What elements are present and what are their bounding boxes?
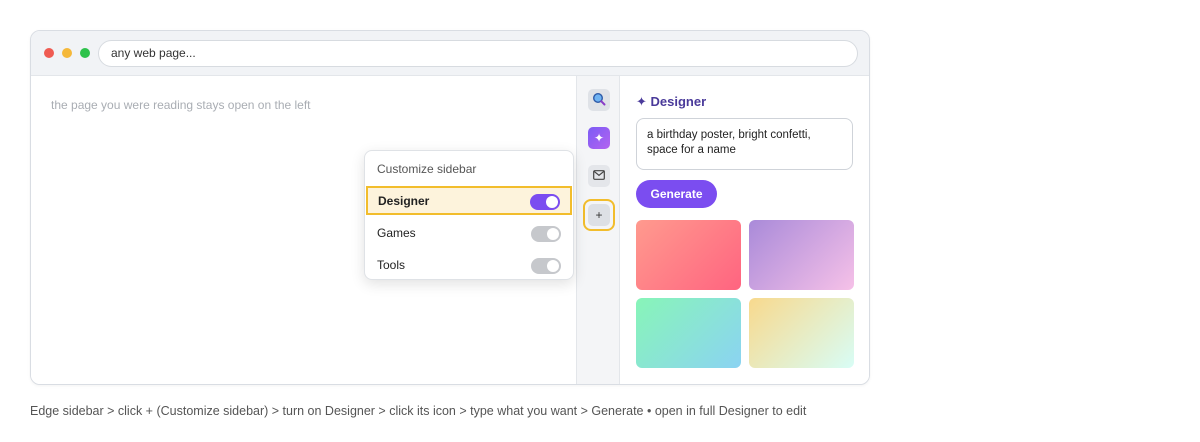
generated-image-2[interactable] [749, 220, 854, 290]
mail-icon [593, 169, 605, 183]
address-bar[interactable]: any web page... [98, 40, 858, 67]
designer-panel-title: ✦ Designer [636, 94, 707, 109]
title-bar: any web page... [31, 31, 869, 76]
designer-toggle[interactable] [530, 194, 560, 210]
tools-toggle[interactable] [531, 258, 561, 274]
menu-item-games[interactable]: Games [365, 218, 573, 248]
menu-item-label: Designer [378, 193, 430, 208]
games-toggle[interactable] [531, 226, 561, 242]
designer-sparkle-icon: ✦ [593, 131, 605, 145]
generate-button[interactable]: Generate [636, 180, 717, 208]
sidebar-icon-rail: ✦ + [576, 76, 620, 384]
customize-sidebar-button[interactable]: + [588, 204, 610, 226]
generated-image-1[interactable] [636, 220, 741, 290]
minimize-window-dot[interactable] [62, 48, 72, 58]
generated-image-3[interactable] [636, 298, 741, 368]
search-icon [592, 92, 606, 109]
sidebar-mail-button[interactable] [588, 165, 610, 187]
plus-icon: + [595, 208, 603, 222]
generated-image-4[interactable] [749, 298, 854, 368]
menu-item-tools[interactable]: Tools [365, 250, 573, 280]
instruction-caption: Edge sidebar > click + (Customize sideba… [30, 404, 807, 418]
designer-prompt-input[interactable]: a birthday poster, bright confetti, spac… [636, 118, 853, 170]
customize-menu-header: Customize sidebar [377, 162, 477, 176]
designer-panel: ✦ Designer a birthday poster, bright con… [620, 76, 869, 384]
sidebar-designer-button[interactable]: ✦ [588, 127, 610, 149]
toggle-knob [547, 260, 559, 272]
close-window-dot[interactable] [44, 48, 54, 58]
maximize-window-dot[interactable] [80, 48, 90, 58]
sidebar-search-button[interactable] [588, 89, 610, 111]
toggle-knob [546, 196, 558, 208]
customize-sidebar-menu: Customize sidebar Designer Games Tools [364, 150, 574, 280]
toggle-knob [547, 228, 559, 240]
menu-item-label: Games [377, 226, 416, 240]
menu-item-label: Tools [377, 258, 406, 272]
page-note: the page you were reading stays open on … [51, 98, 311, 112]
menu-item-designer[interactable]: Designer [366, 186, 572, 215]
